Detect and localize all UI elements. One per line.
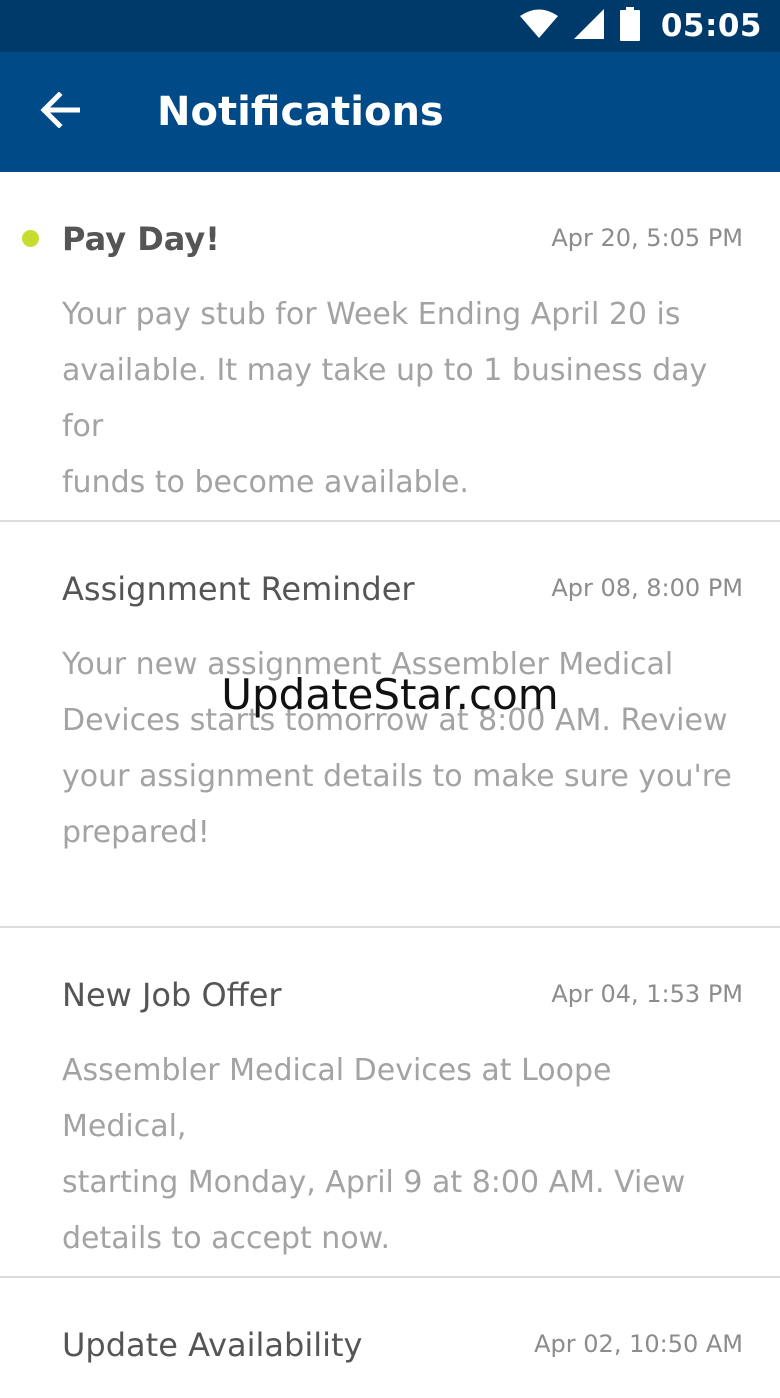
notification-time: Apr 08, 8:00 PM (551, 574, 743, 602)
notification-body: Your new assignment Assembler Medical De… (62, 647, 732, 850)
notification-body: Your pay stub for Week Ending April 20 i… (62, 297, 708, 500)
notification-time: Apr 04, 1:53 PM (551, 980, 743, 1008)
unread-dot-icon (22, 230, 39, 247)
notification-item[interactable]: New Job Offer Apr 04, 1:53 PM Assembler … (0, 928, 780, 1278)
notification-time: Apr 02, 10:50 AM (534, 1330, 743, 1358)
back-button[interactable] (0, 52, 120, 172)
notification-time: Apr 20, 5:05 PM (551, 224, 743, 252)
notification-item[interactable]: Assignment Reminder Apr 08, 8:00 PM Your… (0, 522, 780, 928)
notification-title: Assignment Reminder (62, 570, 415, 608)
cell-signal-icon (573, 8, 605, 45)
notification-item[interactable]: Pay Day! Apr 20, 5:05 PM Your pay stub f… (0, 172, 780, 522)
notification-title: Pay Day! (62, 220, 220, 258)
page-title: Notifications (157, 89, 444, 135)
notification-list: Pay Day! Apr 20, 5:05 PM Your pay stub f… (0, 172, 780, 1398)
wifi-icon (519, 9, 559, 44)
notification-item[interactable]: Update Availability Apr 02, 10:50 AM (0, 1278, 780, 1398)
status-icons: 05:05 (519, 6, 762, 46)
arrow-left-icon (40, 90, 81, 133)
notification-title: New Job Offer (62, 976, 282, 1014)
battery-icon (619, 6, 641, 46)
status-bar: 05:05 (0, 0, 780, 52)
app-bar: Notifications (0, 52, 780, 172)
notification-body: Assembler Medical Devices at Loope Medic… (62, 1053, 686, 1256)
notification-title: Update Availability (62, 1326, 363, 1364)
clock: 05:05 (660, 8, 762, 44)
